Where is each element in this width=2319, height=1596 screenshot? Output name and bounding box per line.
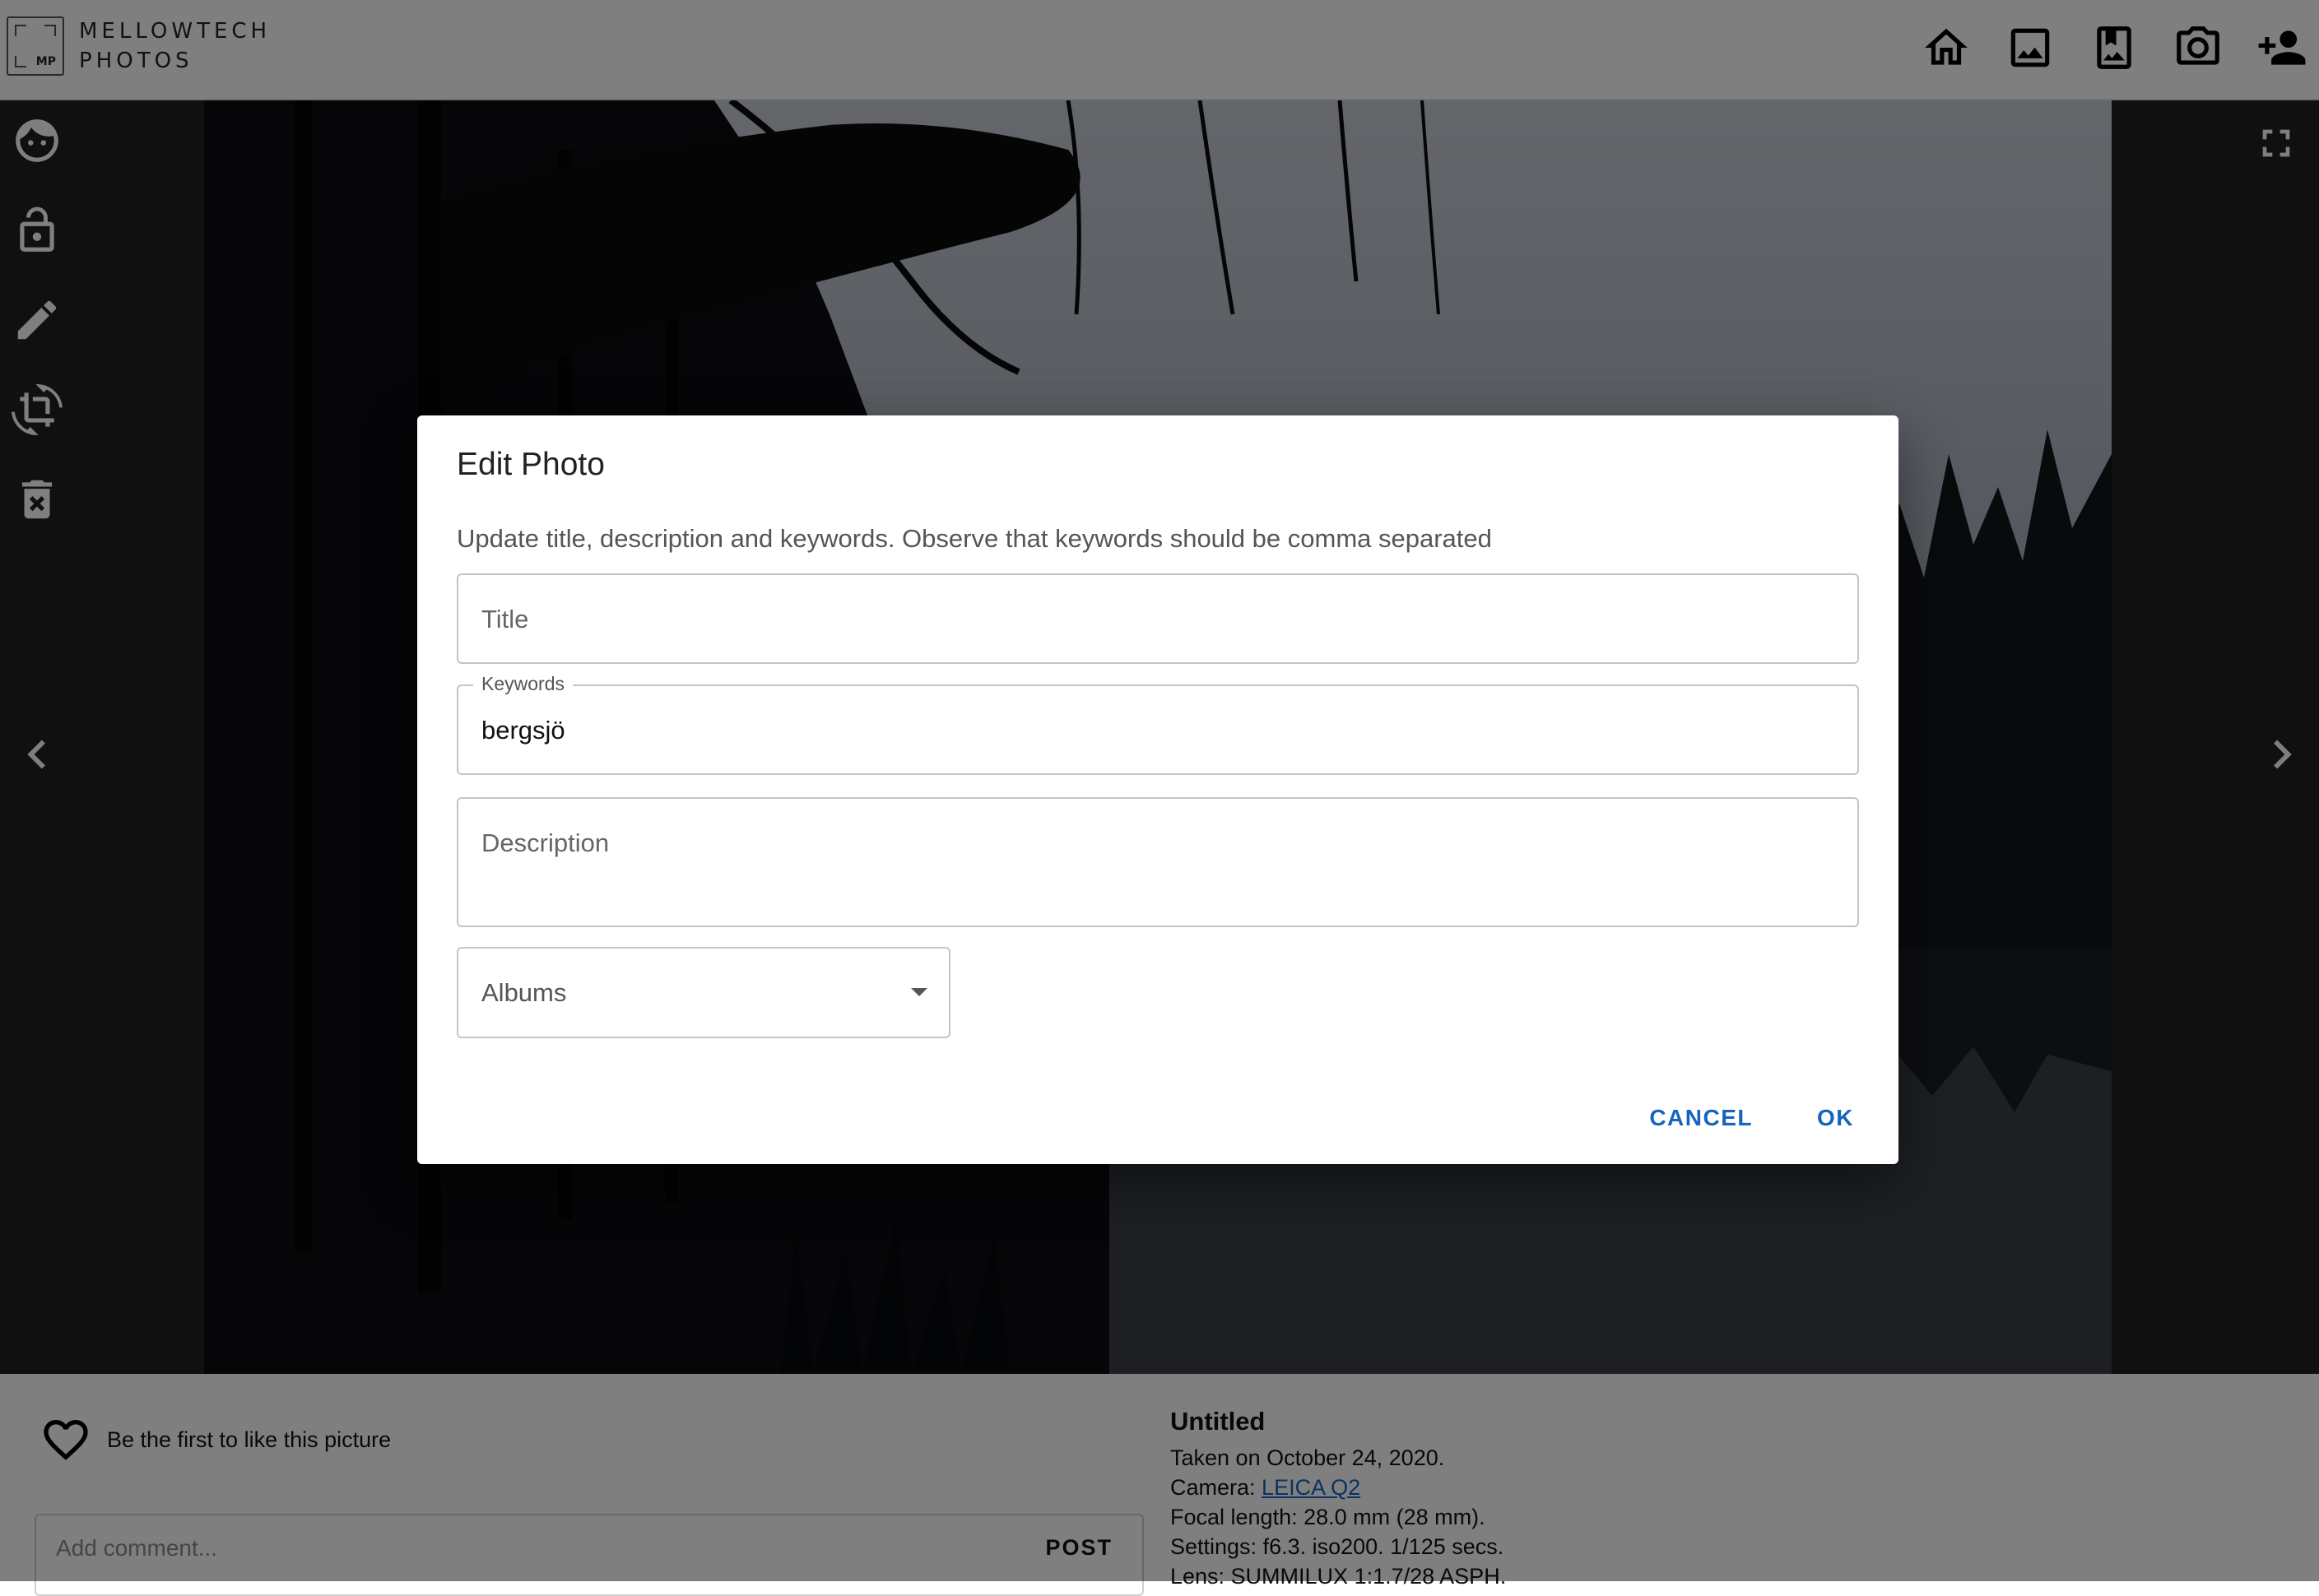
edit-photo-dialog: Edit Photo Update title, description and… [417, 415, 1898, 1164]
keywords-value: bergsjö [481, 716, 565, 745]
keywords-field[interactable]: Keywords bergsjö [457, 673, 1859, 775]
cancel-button[interactable]: CANCEL [1649, 1105, 1753, 1131]
dialog-title: Edit Photo [457, 447, 605, 482]
description-field[interactable]: Description [457, 797, 1859, 927]
title-field[interactable]: Title [457, 573, 1859, 664]
dialog-description: Update title, description and keywords. … [457, 524, 1492, 553]
title-placeholder: Title [481, 605, 529, 633]
albums-placeholder: Albums [481, 978, 567, 1007]
dialog-actions: CANCEL OK [1649, 1105, 1854, 1131]
description-placeholder: Description [481, 828, 610, 857]
dropdown-arrow-icon [911, 988, 927, 996]
albums-select[interactable]: Albums [457, 947, 950, 1038]
ok-button[interactable]: OK [1817, 1105, 1854, 1131]
keywords-label: Keywords [473, 673, 573, 695]
